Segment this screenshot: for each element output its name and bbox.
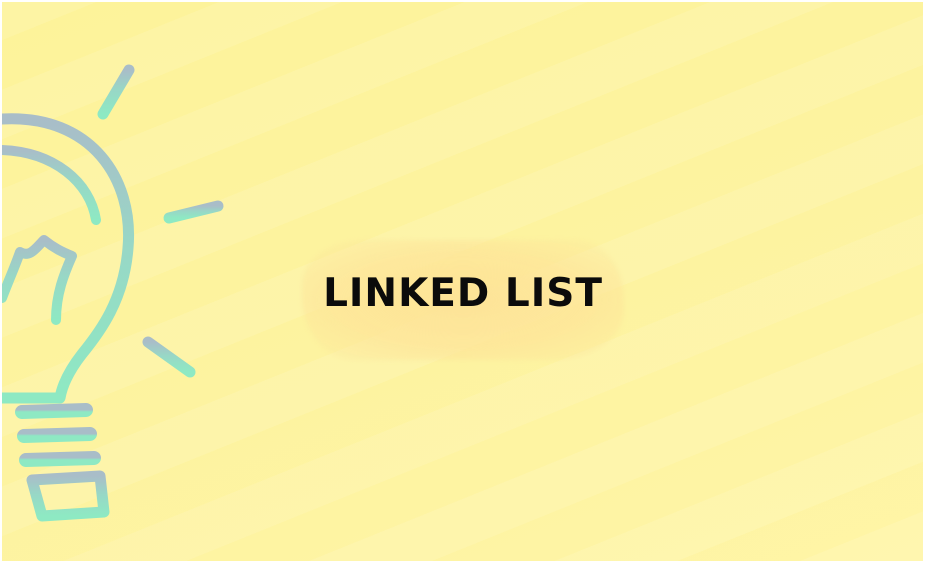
lightbulb-icon [2,64,224,522]
page-title: LINKED LIST [323,271,603,316]
banner-canvas: LINKED LIST [2,2,923,561]
